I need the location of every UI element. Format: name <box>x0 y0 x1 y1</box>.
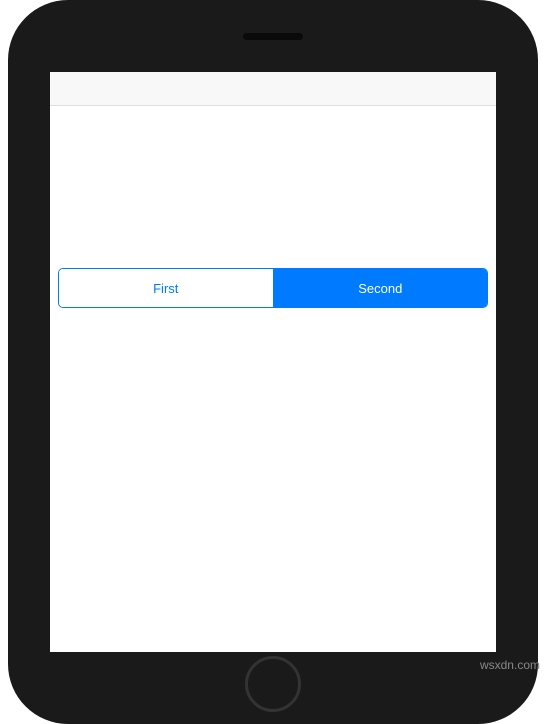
segment-second[interactable]: Second <box>274 269 488 307</box>
speaker-icon <box>243 33 303 40</box>
phone-screen: First Second <box>50 72 496 652</box>
segmented-control[interactable]: First Second <box>58 268 488 308</box>
home-button[interactable] <box>245 656 301 712</box>
phone-top-bezel <box>8 0 538 72</box>
segment-first[interactable]: First <box>59 269 274 307</box>
status-bar <box>50 72 496 106</box>
phone-frame: First Second <box>8 0 538 724</box>
watermark: wsxdn.com <box>480 658 540 672</box>
app-content: First Second <box>50 106 496 652</box>
